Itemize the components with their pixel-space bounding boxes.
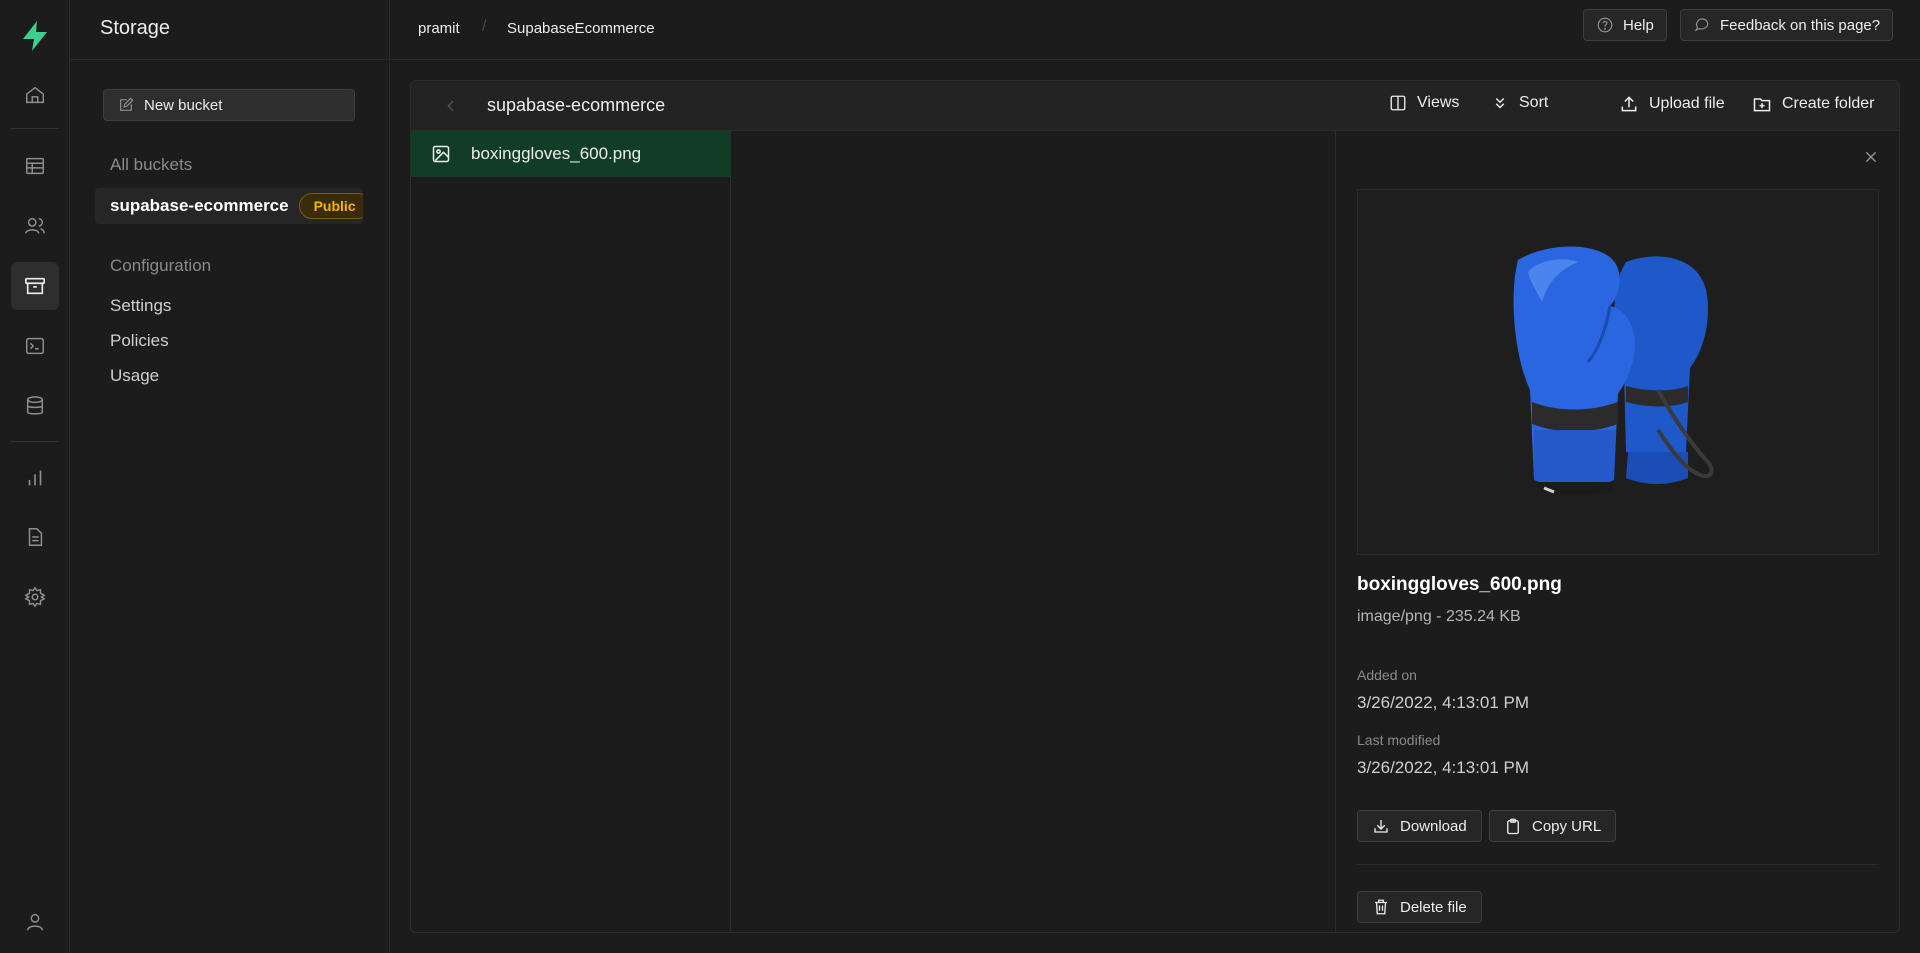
delete-file-label: Delete file (1400, 898, 1467, 916)
public-badge: Public (298, 193, 363, 219)
sort-button[interactable]: Sort (1491, 94, 1548, 112)
database-icon[interactable] (11, 382, 59, 430)
preview-file-name: boxinggloves_600.png (1357, 574, 1562, 595)
file-column: boxinggloves_600.png (411, 131, 731, 932)
account-icon[interactable] (11, 898, 59, 946)
all-buckets-heading: All buckets (110, 155, 193, 174)
settings-icon[interactable] (11, 573, 59, 621)
upload-file-button[interactable]: Upload file (1619, 94, 1725, 114)
top-bar: pramit / SupabaseEcommerce Help Feedback… (390, 0, 1920, 60)
feedback-button[interactable]: Feedback on this page? (1680, 9, 1894, 41)
bucket-item[interactable]: supabase-ecommerce Public (95, 188, 363, 224)
views-label: Views (1417, 94, 1460, 111)
menu-divider (70, 59, 389, 60)
file-name: boxinggloves_600.png (471, 144, 642, 163)
rail-divider (11, 128, 59, 129)
file-row[interactable]: boxinggloves_600.png (411, 131, 730, 177)
policies-link[interactable]: Policies (110, 331, 169, 351)
clipboard-icon (1504, 817, 1522, 835)
help-button[interactable]: Help (1583, 9, 1667, 41)
sort-label: Sort (1519, 94, 1549, 111)
last-modified-label: Last modified (1357, 732, 1441, 748)
file-preview-panel: boxinggloves_600.png image/png - 235.24 … (1336, 131, 1899, 932)
image-preview (1357, 189, 1879, 555)
supabase-logo-icon[interactable] (17, 18, 53, 54)
file-explorer: supabase-ecommerce Views Sort Upload fil… (410, 80, 1900, 933)
new-bucket-label: New bucket (144, 96, 223, 114)
rail-divider (11, 441, 59, 442)
preview-divider (1357, 864, 1879, 865)
help-icon (1596, 16, 1614, 34)
copy-url-button[interactable]: Copy URL (1489, 810, 1617, 842)
upload-icon (1619, 94, 1639, 114)
api-docs-icon[interactable] (11, 513, 59, 561)
columns-icon (1389, 94, 1407, 112)
boxing-gloves-image (1513, 246, 1714, 495)
folder-plus-icon (1752, 94, 1772, 114)
breadcrumb-project[interactable]: SupabaseEcommerce (507, 20, 655, 37)
download-label: Download (1400, 817, 1467, 835)
home-icon[interactable] (11, 71, 59, 119)
last-modified-value: 3/26/2022, 4:13:01 PM (1357, 758, 1530, 777)
table-editor-icon[interactable] (11, 142, 59, 190)
copy-url-label: Copy URL (1532, 817, 1602, 835)
upload-label: Upload file (1649, 95, 1725, 112)
create-folder-button[interactable]: Create folder (1752, 94, 1875, 114)
usage-link[interactable]: Usage (110, 366, 159, 386)
settings-link[interactable]: Settings (110, 296, 171, 316)
explorer-header: supabase-ecommerce Views Sort Upload fil… (411, 81, 1899, 131)
download-button[interactable]: Download (1357, 810, 1482, 842)
preview-file-meta: image/png - 235.24 KB (1357, 608, 1521, 625)
close-icon[interactable] (1863, 149, 1879, 165)
reports-icon[interactable] (11, 454, 59, 502)
trash-icon (1372, 898, 1390, 916)
added-on-label: Added on (1357, 667, 1417, 683)
breadcrumb-separator: / (482, 18, 487, 35)
delete-file-button[interactable]: Delete file (1357, 891, 1482, 923)
chevron-left-icon[interactable] (443, 98, 459, 114)
menu-title: Storage (100, 17, 171, 39)
new-bucket-button[interactable]: New bucket (103, 89, 355, 121)
auth-users-icon[interactable] (11, 202, 59, 250)
breadcrumb-org[interactable]: pramit (418, 20, 460, 37)
message-icon (1693, 16, 1711, 34)
create-folder-label: Create folder (1782, 95, 1875, 112)
sort-chevrons-icon (1491, 94, 1509, 112)
bucket-name: supabase-ecommerce (110, 196, 289, 215)
download-icon (1372, 817, 1390, 835)
storage-icon[interactable] (11, 262, 59, 310)
image-file-icon (431, 144, 451, 164)
icon-rail (0, 0, 70, 953)
feedback-label: Feedback on this page? (1720, 16, 1881, 34)
edit-icon (118, 97, 134, 113)
help-label: Help (1623, 16, 1654, 34)
configuration-heading: Configuration (110, 256, 212, 275)
added-on-value: 3/26/2022, 4:13:01 PM (1357, 693, 1530, 712)
storage-menu: Storage New bucket All buckets supabase-… (70, 0, 390, 953)
empty-column (731, 131, 1336, 932)
bucket-title: supabase-ecommerce (487, 95, 666, 115)
views-button[interactable]: Views (1389, 94, 1459, 112)
sql-editor-icon[interactable] (11, 322, 59, 370)
